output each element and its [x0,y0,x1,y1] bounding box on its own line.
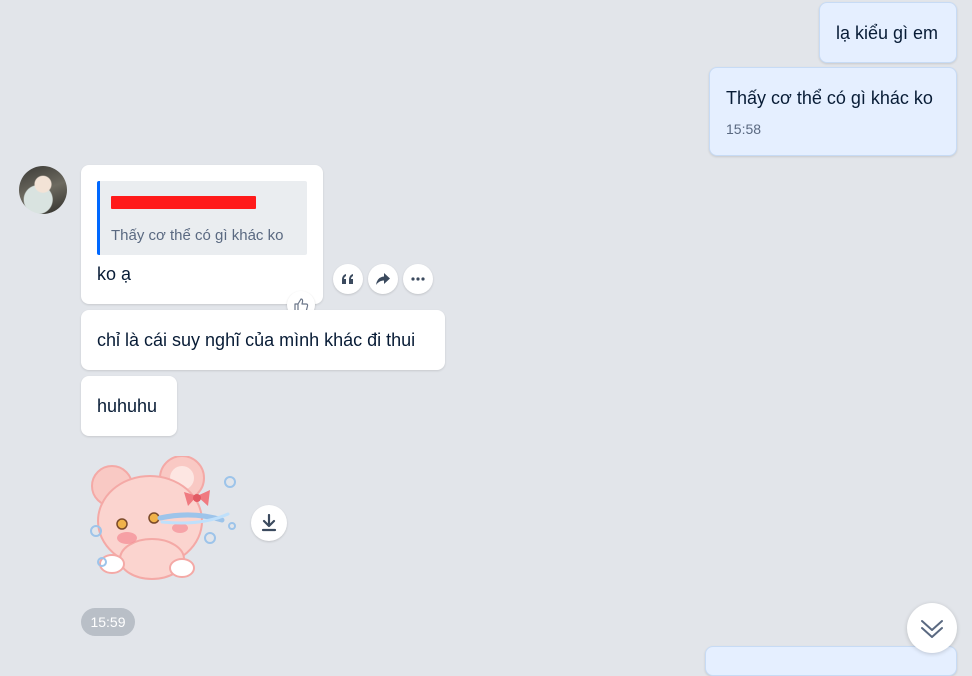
sticker[interactable] [82,455,242,586]
message-text: Thấy cơ thể có gì khác ko [726,88,933,108]
crying-pink-bear-sticker [90,455,236,580]
received-message-bubble[interactable]: huhuhu [81,376,177,436]
avatar[interactable] [19,166,67,214]
received-message-bubble[interactable]: Thấy cơ thể có gì khác ko ko ạ [81,165,323,304]
message-text: huhuhu [97,396,158,416]
quoted-text: Thấy cơ thể có gì khác ko [111,227,284,244]
message-timestamp: 15:58 [726,121,762,137]
more-options-button[interactable] [403,264,433,294]
sent-message-bubble[interactable]: Thấy cơ thể có gì khác ko 15:58 [709,67,957,156]
double-chevron-down-icon [921,620,943,638]
redacted-sender-name [111,196,256,209]
message-timestamp: 15:59 [81,608,135,636]
reply-button[interactable] [333,264,363,294]
more-dots-icon [411,277,425,281]
quote-icon [342,274,353,284]
download-icon [261,514,277,532]
received-message-bubble[interactable]: chỉ là cái suy nghĩ của mình khác đi thu… [81,310,445,370]
sent-message-bubble[interactable]: lạ kiểu gì em [819,2,957,63]
download-sticker-button[interactable] [251,505,287,541]
sent-message-bubble[interactable] [705,646,957,676]
share-arrow-icon [376,273,390,285]
quoted-message[interactable]: Thấy cơ thể có gì khác ko [97,181,307,255]
scroll-to-bottom-button[interactable] [907,603,957,653]
message-text: chỉ là cái suy nghĩ của mình khác đi thu… [97,330,416,350]
message-text: lạ kiểu gì em [836,23,939,43]
message-text: ko ạ [97,264,132,284]
forward-button[interactable] [368,264,398,294]
